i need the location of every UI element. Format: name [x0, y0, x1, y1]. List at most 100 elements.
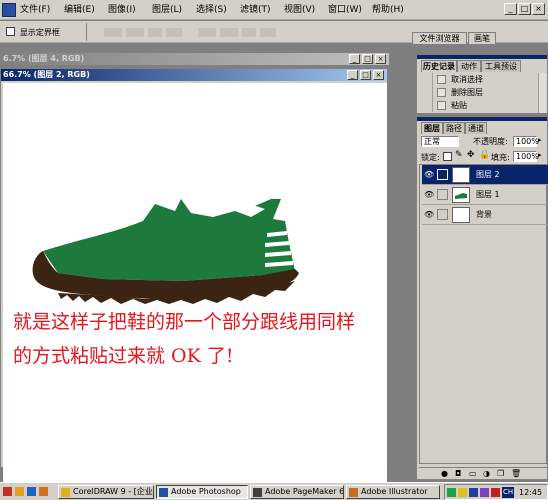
- taskbar-button-coreldraw[interactable]: CorelDRAW 9 - [企业...: [58, 485, 154, 499]
- show-bounding-box-option[interactable]: 显示定界框: [6, 27, 60, 39]
- menu-layer[interactable]: 图层(L): [152, 0, 182, 20]
- tab-paths[interactable]: 路径: [443, 122, 465, 134]
- tab-tool-presets[interactable]: 工具预设: [481, 60, 521, 72]
- clock[interactable]: 12:45: [519, 487, 542, 498]
- layer-name: 图层 2: [476, 170, 500, 179]
- background-document-window[interactable]: 6.7% (图层 4, RGB) _ □ ×: [0, 52, 390, 66]
- fill-input[interactable]: 100%: [513, 151, 539, 162]
- menu-window[interactable]: 窗口(W): [328, 0, 362, 20]
- history-panel: 历史记录 动作 工具预设 取消选择 删除图层 粘贴: [416, 54, 548, 114]
- tab-history[interactable]: 历史记录: [421, 60, 457, 72]
- distribute-top-icon[interactable]: [198, 28, 216, 37]
- layer-row[interactable]: 👁 图层 1: [422, 185, 548, 205]
- opacity-dropdown-icon[interactable]: ▸: [538, 136, 542, 144]
- history-item[interactable]: 删除图层: [419, 86, 537, 99]
- layer-set-icon[interactable]: ▭: [469, 469, 477, 478]
- layers-panel: 图层 路径 通道 正常 不透明度: 100% ▸ 锁定: ✎ ✥ 🔒 填充: 1…: [416, 116, 548, 480]
- tab-layers[interactable]: 图层: [421, 122, 443, 134]
- distribute-middle-icon[interactable]: [220, 28, 238, 37]
- history-panel-grip[interactable]: [417, 55, 547, 59]
- tab-channels[interactable]: 通道: [465, 122, 487, 134]
- layer-thumbnail: [452, 187, 470, 203]
- brushes-tab[interactable]: 画笔: [468, 32, 496, 44]
- adjustment-layer-icon[interactable]: ◑: [483, 469, 490, 478]
- doc-back-minimize-button[interactable]: _: [349, 54, 360, 64]
- align-top-icon[interactable]: [104, 28, 122, 37]
- document-titlebar[interactable]: 66.7% (图层 2, RGB) _ □ ×: [1, 69, 387, 81]
- tray-app-icon[interactable]: [491, 488, 500, 497]
- image-canvas[interactable]: 就是这样子把鞋的那一个部分跟线用同样 的方式粘贴过来就 OK 了!: [3, 83, 387, 483]
- layer-brush-icon[interactable]: [437, 169, 448, 180]
- menu-help[interactable]: 帮助(H): [372, 0, 404, 20]
- layer-thumbnail: [452, 167, 470, 183]
- layer-link-slot[interactable]: [437, 189, 448, 200]
- history-item[interactable]: 粘贴: [419, 99, 537, 112]
- doc-minimize-button[interactable]: _: [347, 70, 358, 80]
- blend-mode-select[interactable]: 正常: [421, 136, 459, 147]
- delete-layer-icon[interactable]: 🗑: [511, 469, 521, 478]
- taskbar-button-photoshop[interactable]: Adobe Photoshop: [156, 485, 248, 499]
- new-layer-icon[interactable]: ❐: [497, 469, 504, 478]
- align-bottom-icon[interactable]: [148, 28, 162, 37]
- layer-visibility-eye-icon[interactable]: 👁: [424, 170, 434, 179]
- taskbar-button-pagemaker[interactable]: Adobe PageMaker 6.5...: [250, 485, 344, 499]
- doc-close-button[interactable]: ×: [373, 70, 384, 80]
- menu-bar: 文件(F) 编辑(E) 图像(I) 图层(L) 选择(S) 滤镜(T) 视图(V…: [0, 0, 548, 20]
- doc-back-close-button[interactable]: ×: [375, 54, 386, 64]
- layer-row[interactable]: 👁 图层 2: [422, 165, 548, 185]
- document-window[interactable]: 66.7% (图层 2, RGB) _ □ × 就是这样子把鞋的那一个部分跟线用…: [0, 68, 388, 483]
- menu-image[interactable]: 图像(I): [108, 0, 136, 20]
- tray-app-icon[interactable]: [480, 488, 489, 497]
- menu-edit[interactable]: 编辑(E): [64, 0, 95, 20]
- coreldraw-icon: [61, 488, 70, 497]
- layer-link-slot[interactable]: [437, 209, 448, 220]
- quicklaunch-icon[interactable]: [27, 487, 36, 496]
- doc-back-restore-button[interactable]: □: [362, 54, 373, 64]
- menu-view[interactable]: 视图(V): [284, 0, 315, 20]
- menu-file[interactable]: 文件(F): [20, 0, 50, 20]
- layers-footer: ● ◘ ▭ ◑ ❐ 🗑: [419, 467, 547, 479]
- lock-all-icon[interactable]: 🔒: [479, 150, 490, 160]
- ime-indicator[interactable]: CH: [502, 487, 515, 498]
- opacity-label: 不透明度:: [473, 137, 508, 146]
- tray-app-icon[interactable]: [469, 488, 478, 497]
- tab-actions[interactable]: 动作: [457, 60, 481, 72]
- tray-app-icon[interactable]: [447, 488, 456, 497]
- illustrator-icon: [349, 488, 358, 497]
- document-title: 66.7% (图层 2, RGB): [3, 70, 90, 79]
- quicklaunch-icon[interactable]: [15, 487, 24, 496]
- layer-mask-icon[interactable]: ◘: [455, 469, 461, 478]
- distribute-bottom-icon[interactable]: [242, 28, 256, 37]
- distribute-left-icon[interactable]: [260, 28, 276, 37]
- file-browser-tab[interactable]: 文件浏览器: [412, 32, 467, 44]
- layers-panel-grip[interactable]: [417, 117, 547, 121]
- app-restore-button[interactable]: □: [518, 3, 531, 15]
- history-scrollbar[interactable]: [538, 73, 547, 113]
- history-step-icon: [437, 101, 446, 110]
- lock-paint-icon[interactable]: ✎: [455, 150, 463, 160]
- app-minimize-button[interactable]: _: [504, 3, 517, 15]
- bounding-box-checkbox[interactable]: [6, 27, 15, 36]
- app-close-button[interactable]: ×: [532, 3, 545, 15]
- menu-select[interactable]: 选择(S): [196, 0, 227, 20]
- layer-visibility-eye-icon[interactable]: 👁: [424, 210, 434, 219]
- opacity-input[interactable]: 100%: [513, 136, 539, 147]
- layer-style-icon[interactable]: ●: [441, 469, 448, 478]
- tray-app-icon[interactable]: [458, 488, 467, 497]
- background-document-titlebar[interactable]: 6.7% (图层 4, RGB) _ □ ×: [1, 53, 389, 65]
- taskbar-button-illustrator[interactable]: Adobe Illustrator: [346, 485, 440, 499]
- photoshop-logo-icon[interactable]: [2, 3, 16, 17]
- layer-row[interactable]: 👁 背景: [422, 205, 548, 225]
- lock-position-icon[interactable]: ✥: [467, 150, 475, 160]
- doc-restore-button[interactable]: □: [360, 70, 371, 80]
- lock-label: 锁定:: [421, 153, 440, 162]
- lock-transparency-icon[interactable]: [443, 152, 452, 161]
- align-middle-icon[interactable]: [126, 28, 144, 37]
- align-left-icon[interactable]: [166, 28, 182, 37]
- menu-filter[interactable]: 滤镜(T): [240, 0, 271, 20]
- history-item[interactable]: 取消选择: [419, 73, 537, 86]
- layer-visibility-eye-icon[interactable]: 👁: [424, 190, 434, 199]
- quicklaunch-icon[interactable]: [3, 487, 12, 496]
- fill-dropdown-icon[interactable]: ▸: [538, 151, 542, 159]
- quicklaunch-icon[interactable]: [39, 487, 48, 496]
